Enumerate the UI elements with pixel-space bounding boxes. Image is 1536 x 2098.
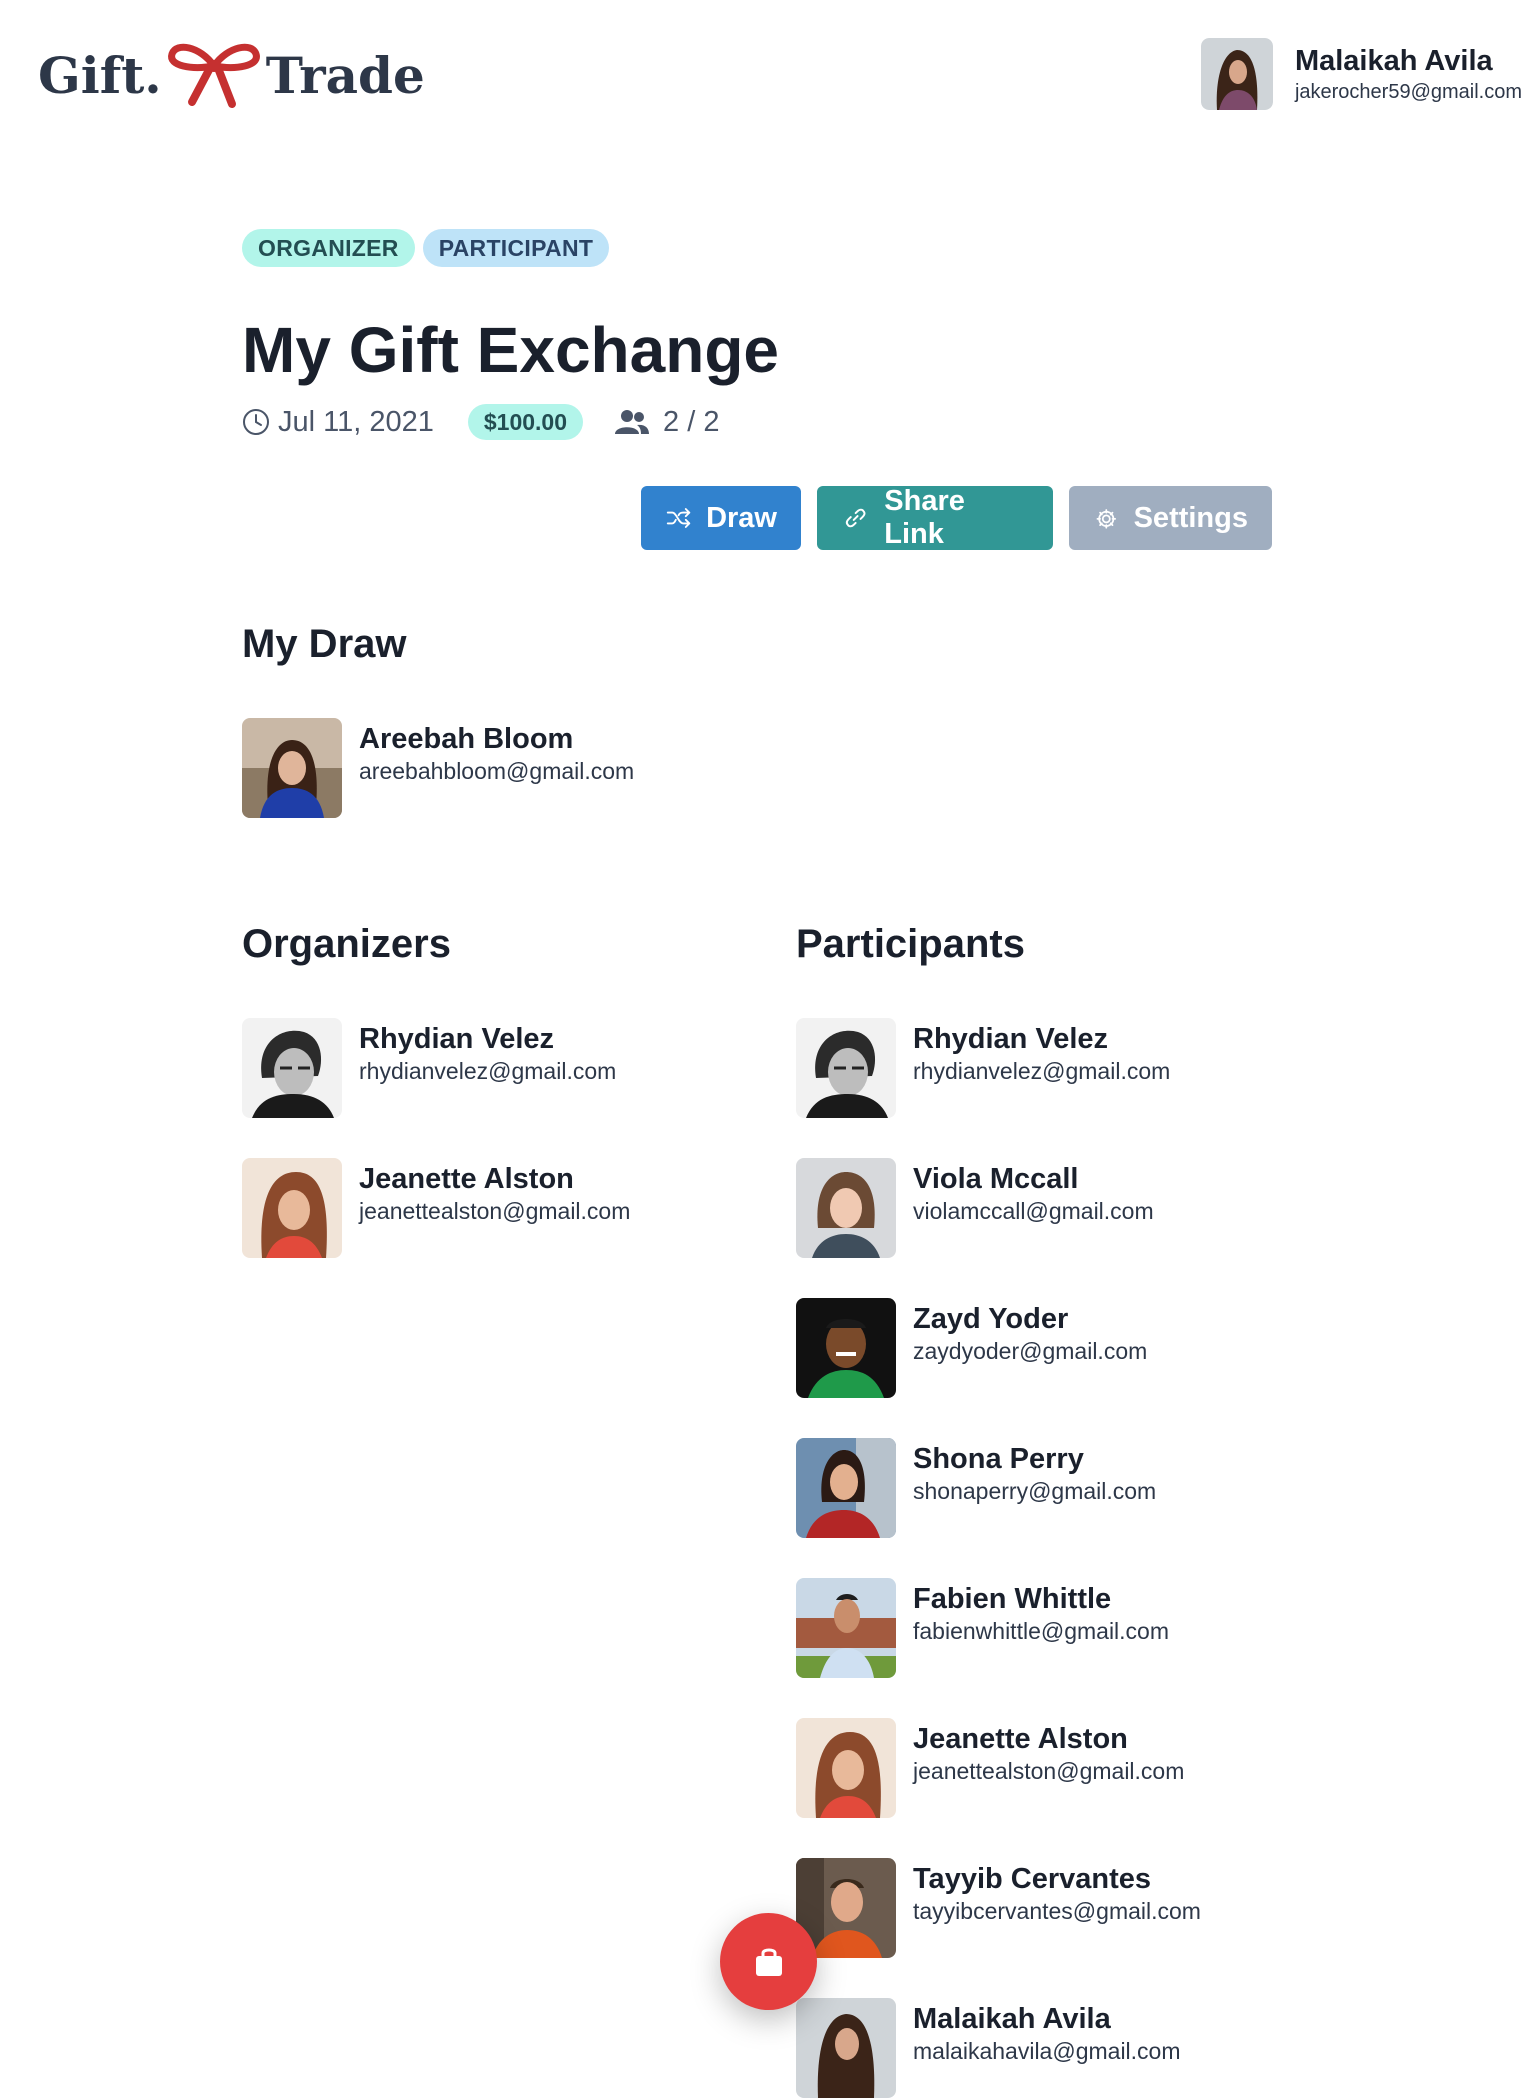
person-name: Tayyib Cervantes — [913, 1863, 1152, 1895]
person-email: jeanettealston@gmail.com — [359, 1198, 631, 1224]
exchange-date: Jul 11, 2021 — [278, 405, 434, 438]
person-email: violamccall@gmail.com — [913, 1198, 1154, 1224]
person-name: Jeanette Alston — [913, 1723, 1128, 1755]
avatar — [796, 1438, 896, 1538]
link-icon — [845, 508, 866, 528]
participant-count: 2 / 2 — [663, 405, 720, 438]
participant-item[interactable]: Fabien Whittle fabienwhittle@gmail.com — [796, 1578, 1169, 1678]
participants-heading: Participants — [796, 922, 1025, 966]
avatar — [1200, 38, 1273, 110]
organizer-badge: ORGANIZER — [242, 229, 415, 267]
person-name: Areebah Bloom — [359, 723, 574, 755]
person-name: Fabien Whittle — [913, 1583, 1112, 1615]
participant-item[interactable]: Jeanette Alston jeanettealston@gmail.com — [796, 1718, 1184, 1818]
person-name: Viola Mccall — [913, 1163, 1079, 1195]
avatar — [796, 1298, 896, 1398]
avatar — [796, 1018, 896, 1118]
my-draw-heading: My Draw — [242, 622, 407, 666]
avatar — [242, 718, 342, 818]
participant-item[interactable]: Zayd Yoder zaydyoder@gmail.com — [796, 1298, 1147, 1398]
person-name: Rhydian Velez — [359, 1023, 555, 1055]
shopping-bag-icon — [755, 1948, 782, 1976]
organizer-item[interactable]: Jeanette Alston jeanettealston@gmail.com — [242, 1158, 630, 1258]
person-email: zaydyoder@gmail.com — [913, 1338, 1148, 1364]
person-name: Shona Perry — [913, 1443, 1084, 1475]
avatar — [796, 1718, 896, 1818]
person-name: Jeanette Alston — [359, 1163, 574, 1195]
share-link-label: Share Link — [884, 485, 965, 550]
person-email: jeanettealston@gmail.com — [913, 1758, 1185, 1784]
drawn-person[interactable]: Areebah Bloom areebahbloom@gmail.com — [242, 718, 634, 818]
logo[interactable]: Gift. Trade — [38, 40, 425, 110]
shuffle-icon — [666, 508, 691, 528]
gear-icon — [1096, 509, 1117, 529]
participant-item[interactable]: Rhydian Velez rhydianvelez@gmail.com — [796, 1018, 1170, 1118]
participant-item[interactable]: Shona Perry shonaperry@gmail.com — [796, 1438, 1156, 1538]
draw-button[interactable]: Draw — [641, 486, 801, 550]
user-email: jakerocher59@gmail.com — [1294, 81, 1522, 103]
avatar — [796, 1998, 896, 2098]
person-email: malaikahavila@gmail.com — [913, 2038, 1181, 2064]
person-email: rhydianvelez@gmail.com — [913, 1058, 1171, 1084]
organizer-item[interactable]: Rhydian Velez rhydianvelez@gmail.com — [242, 1018, 616, 1118]
avatar — [242, 1018, 342, 1118]
person-email: fabienwhittle@gmail.com — [913, 1618, 1170, 1644]
settings-label: Settings — [1133, 501, 1248, 534]
settings-button[interactable]: Settings — [1069, 486, 1272, 550]
person-name: Rhydian Velez — [913, 1023, 1109, 1055]
action-bar: Draw Share Link Settings — [641, 485, 1272, 550]
avatar — [796, 1578, 896, 1678]
person-email: shonaperry@gmail.com — [913, 1478, 1157, 1504]
participant-item[interactable]: Malaikah Avila malaikahavila@gmail.com — [796, 1998, 1181, 2098]
person-email: rhydianvelez@gmail.com — [359, 1058, 617, 1084]
clock-icon — [243, 409, 269, 435]
user-menu[interactable]: Malaikah Avila jakerocher59@gmail.com — [1200, 38, 1522, 110]
person-name: Malaikah Avila — [913, 2003, 1111, 2035]
exchange-meta: Jul 11, 2021 $100.00 2 / 2 — [242, 402, 719, 442]
draw-button-label: Draw — [706, 501, 777, 534]
share-link-button[interactable]: Share Link — [817, 485, 1053, 550]
page-title: My Gift Exchange — [242, 314, 779, 386]
participant-badge: PARTICIPANT — [422, 229, 610, 267]
logo-text-right: Trade — [265, 45, 425, 105]
person-name: Zayd Yoder — [913, 1303, 1069, 1335]
person-email: areebahbloom@gmail.com — [359, 758, 635, 784]
avatar — [796, 1158, 896, 1258]
logo-text-left: Gift. — [38, 45, 162, 105]
role-badges: ORGANIZER PARTICIPANT — [242, 229, 610, 267]
person-email: tayyibcervantes@gmail.com — [913, 1898, 1201, 1924]
organizers-heading: Organizers — [242, 922, 451, 966]
price-badge: $100.00 — [467, 404, 584, 440]
user-name: Malaikah Avila — [1294, 45, 1493, 77]
participant-item[interactable]: Viola Mccall violamccall@gmail.com — [796, 1158, 1154, 1258]
avatar — [242, 1158, 342, 1258]
cart-fab-button[interactable] — [720, 1913, 817, 2010]
bow-icon — [167, 43, 260, 108]
header: Gift. Trade Malaikah Avila jakerocher59@… — [0, 0, 1536, 150]
people-icon — [615, 410, 650, 434]
participant-item[interactable]: Tayyib Cervantes tayyibcervantes@gmail.c… — [796, 1858, 1201, 1958]
